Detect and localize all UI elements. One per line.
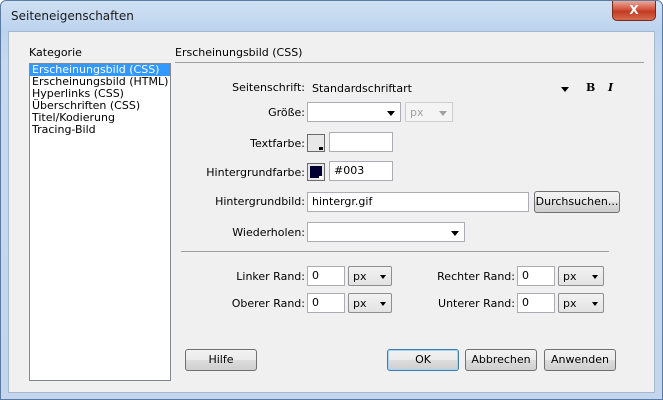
bottom-margin-unit-select[interactable]: px (558, 293, 604, 313)
chevron-down-icon (380, 302, 386, 306)
right-margin-field[interactable]: 0 (517, 266, 555, 286)
chevron-down-icon (592, 302, 598, 306)
bg-color-field[interactable]: #003 (329, 161, 393, 181)
chevron-down-icon (387, 111, 395, 116)
bg-color-picker[interactable] (307, 163, 325, 181)
title-bar[interactable]: Seiteneigenschaften X (1, 1, 662, 31)
size-label: Größe: (268, 106, 305, 119)
margin-divider (181, 251, 609, 252)
dialog-client-area: Kategorie Erscheinungsbild (CSS) Erschein… (8, 31, 655, 393)
size-unit-value: px (410, 106, 424, 119)
bottom-margin-unit-value: px (563, 297, 577, 310)
right-margin-label: Rechter Rand: (437, 270, 515, 283)
left-margin-unit-select[interactable]: px (348, 266, 392, 286)
left-margin-label: Linker Rand: (236, 270, 305, 283)
bg-color-label: Hintergrundfarbe: (206, 166, 305, 179)
font-select-value: Standardschriftart (312, 82, 412, 95)
browse-button[interactable]: Durchsuchen... (534, 191, 620, 213)
chevron-down-icon (439, 111, 447, 116)
window-title: Seiteneigenschaften (11, 9, 134, 23)
color-picker-arrow-icon (319, 147, 323, 150)
bottom-margin-field[interactable]: 0 (517, 293, 555, 313)
repeat-select[interactable] (307, 222, 465, 242)
repeat-label: Wiederholen: (232, 226, 305, 239)
size-select[interactable] (307, 102, 401, 122)
chevron-down-icon (592, 275, 598, 279)
section-title: Erscheinungsbild (CSS) (175, 46, 303, 59)
right-margin-unit-value: px (563, 270, 577, 283)
apply-button[interactable]: Anwenden (544, 349, 616, 371)
left-margin-field[interactable]: 0 (307, 266, 345, 286)
category-heading: Kategorie (29, 46, 82, 59)
chevron-down-icon (380, 275, 386, 279)
chevron-down-icon (561, 87, 569, 92)
size-unit-select[interactable]: px (405, 102, 453, 122)
bg-image-field[interactable]: hintergr.gif (307, 192, 529, 212)
italic-button[interactable]: I (608, 81, 613, 94)
top-margin-label: Oberer Rand: (231, 297, 305, 310)
bg-image-label: Hintergrundbild: (215, 195, 305, 208)
cancel-button[interactable]: Abbrechen (465, 349, 537, 371)
text-color-label: Textfarbe: (250, 137, 305, 150)
chevron-down-icon (451, 231, 459, 236)
font-label: Seitenschrift: (232, 81, 305, 94)
text-color-picker[interactable] (307, 134, 325, 152)
color-picker-arrow-icon (319, 176, 323, 179)
right-margin-unit-select[interactable]: px (558, 266, 604, 286)
top-margin-unit-select[interactable]: px (348, 293, 392, 313)
ok-button[interactable]: OK (387, 349, 459, 371)
close-button[interactable]: X (612, 1, 656, 21)
text-color-field[interactable] (329, 132, 393, 152)
font-select[interactable]: Standardschriftart (307, 78, 575, 98)
bottom-margin-label: Unterer Rand: (438, 297, 515, 310)
bold-button[interactable]: B (586, 81, 595, 94)
category-item[interactable]: Tracing-Bild (30, 124, 170, 136)
top-margin-field[interactable]: 0 (307, 293, 345, 313)
section-divider (175, 62, 644, 63)
help-button[interactable]: Hilfe (185, 349, 257, 371)
left-margin-unit-value: px (353, 270, 367, 283)
close-icon: X (629, 3, 639, 17)
top-margin-unit-value: px (353, 297, 367, 310)
dialog-window: Seiteneigenschaften X Kategorie Erschein… (0, 0, 663, 400)
category-list[interactable]: Erscheinungsbild (CSS) Erscheinungsbild (… (29, 63, 171, 381)
